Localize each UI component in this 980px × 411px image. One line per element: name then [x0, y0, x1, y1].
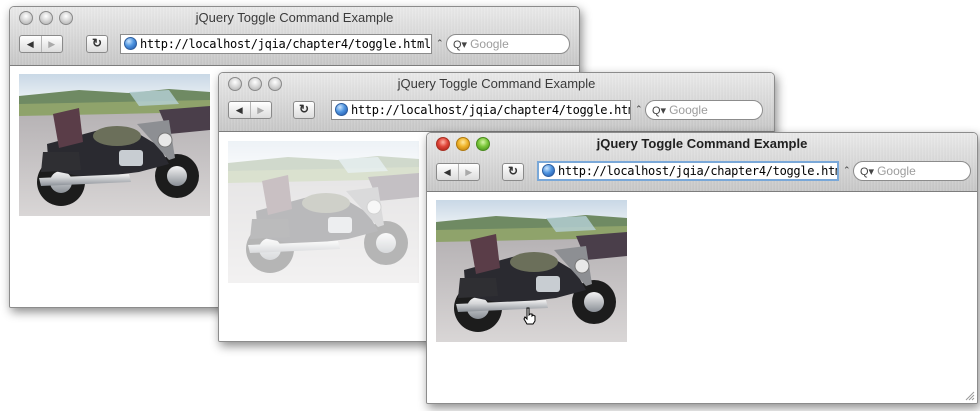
- url-text: http://localhost/jqia/chapter4/toggle.ht…: [140, 37, 431, 51]
- url-text: http://localhost/jqia/chapter4/toggle.ht…: [558, 164, 839, 178]
- resize-grip-icon[interactable]: [965, 391, 975, 401]
- back-arrow-icon[interactable]: ◀: [20, 36, 41, 52]
- search-field[interactable]: Q▾ Google: [645, 100, 763, 120]
- motorcycle-image-fading: [228, 141, 419, 283]
- browser-window-3: jQuery Toggle Command Example ◀ ▶ ↻ http:…: [426, 132, 978, 404]
- magnifier-icon: Q▾: [652, 105, 667, 117]
- window-title: jQuery Toggle Command Example: [596, 136, 808, 151]
- back-forward-buttons[interactable]: ◀ ▶: [436, 163, 480, 181]
- back-forward-buttons[interactable]: ◀ ▶: [19, 35, 63, 53]
- magnifier-icon: Q▾: [860, 166, 875, 178]
- magnifier-icon: Q▾: [453, 39, 468, 51]
- search-placeholder: Google: [669, 103, 708, 117]
- forward-arrow-icon[interactable]: ▶: [40, 36, 63, 52]
- search-field[interactable]: Q▾ Google: [446, 34, 570, 54]
- snapback-icon[interactable]: ⌃: [843, 165, 851, 176]
- back-arrow-icon[interactable]: ◀: [229, 102, 250, 118]
- reload-icon[interactable]: ↻: [293, 101, 315, 119]
- window-toolbar: jQuery Toggle Command Example ◀ ▶ ↻ http:…: [427, 133, 977, 192]
- back-arrow-icon[interactable]: ◀: [437, 164, 458, 180]
- globe-icon: [542, 164, 555, 177]
- back-forward-buttons[interactable]: ◀ ▶: [228, 101, 272, 119]
- snapback-icon[interactable]: ⌃: [436, 38, 444, 49]
- globe-icon: [124, 37, 137, 50]
- reload-icon[interactable]: ↻: [502, 163, 524, 181]
- snapback-icon[interactable]: ⌃: [635, 104, 643, 115]
- address-bar[interactable]: http://localhost/jqia/chapter4/toggle.ht…: [120, 34, 432, 54]
- window-title: jQuery Toggle Command Example: [195, 10, 394, 25]
- address-bar[interactable]: http://localhost/jqia/chapter4/toggle.ht…: [331, 100, 631, 120]
- forward-arrow-icon[interactable]: ▶: [457, 164, 480, 180]
- search-placeholder: Google: [470, 37, 509, 51]
- globe-icon: [335, 103, 348, 116]
- window-toolbar: jQuery Toggle Command Example ◀ ▶ ↻ http:…: [10, 7, 579, 66]
- reload-icon[interactable]: ↻: [86, 35, 108, 53]
- search-field[interactable]: Q▾ Google: [853, 161, 971, 181]
- motorcycle-image: [19, 74, 210, 216]
- page-content: [427, 192, 977, 403]
- address-bar[interactable]: http://localhost/jqia/chapter4/toggle.ht…: [537, 161, 839, 181]
- window-title: jQuery Toggle Command Example: [397, 76, 596, 91]
- hand-pointer-icon: [523, 307, 536, 325]
- search-placeholder: Google: [877, 164, 916, 178]
- forward-arrow-icon[interactable]: ▶: [249, 102, 272, 118]
- window-toolbar: jQuery Toggle Command Example ◀ ▶ ↻ http:…: [219, 73, 774, 132]
- url-text: http://localhost/jqia/chapter4/toggle.ht…: [351, 103, 631, 117]
